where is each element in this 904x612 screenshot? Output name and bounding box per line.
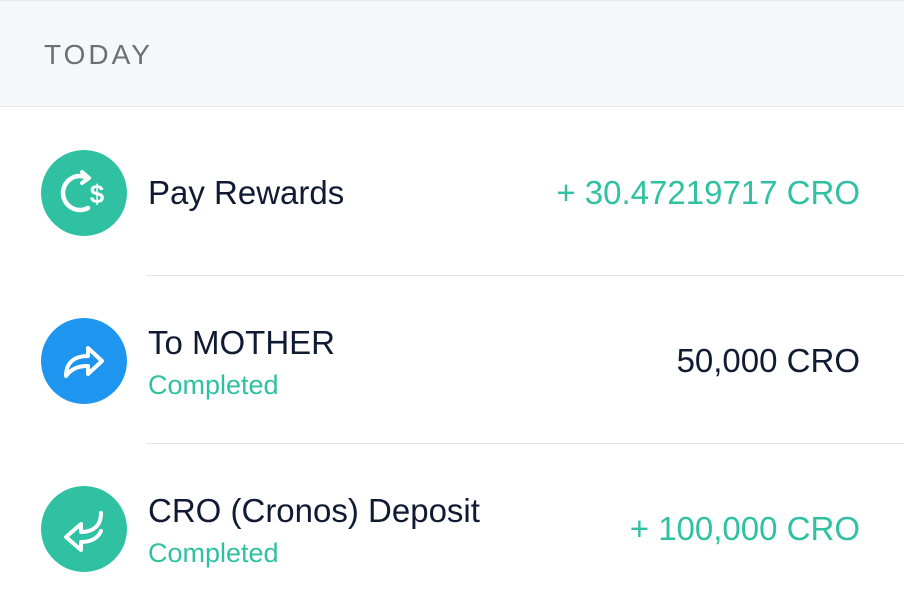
send-arrow-icon	[41, 318, 127, 404]
transaction-title: To MOTHER	[148, 324, 336, 361]
transaction-amount: + 30.47219717 CRO	[556, 174, 860, 211]
section-header-today: TODAY	[0, 0, 904, 107]
deposit-arrow-icon	[41, 486, 127, 572]
transaction-amount: 50,000 CRO	[676, 342, 860, 379]
transaction-status: Completed	[148, 370, 279, 400]
transaction-row[interactable]: CRO (Cronos) Deposit Completed + 100,000…	[0, 444, 904, 612]
transaction-row[interactable]: $ Pay Rewards + 30.47219717 CRO	[0, 108, 904, 276]
section-label: TODAY	[44, 39, 153, 70]
transaction-status: Completed	[148, 538, 279, 568]
transaction-title: Pay Rewards	[148, 174, 345, 211]
transaction-amount: + 100,000 CRO	[629, 510, 860, 547]
cashback-dollar-icon: $	[41, 150, 127, 236]
svg-text:$: $	[90, 179, 105, 209]
transaction-row[interactable]: To MOTHER Completed 50,000 CRO	[0, 276, 904, 444]
transaction-title: CRO (Cronos) Deposit	[148, 492, 480, 529]
